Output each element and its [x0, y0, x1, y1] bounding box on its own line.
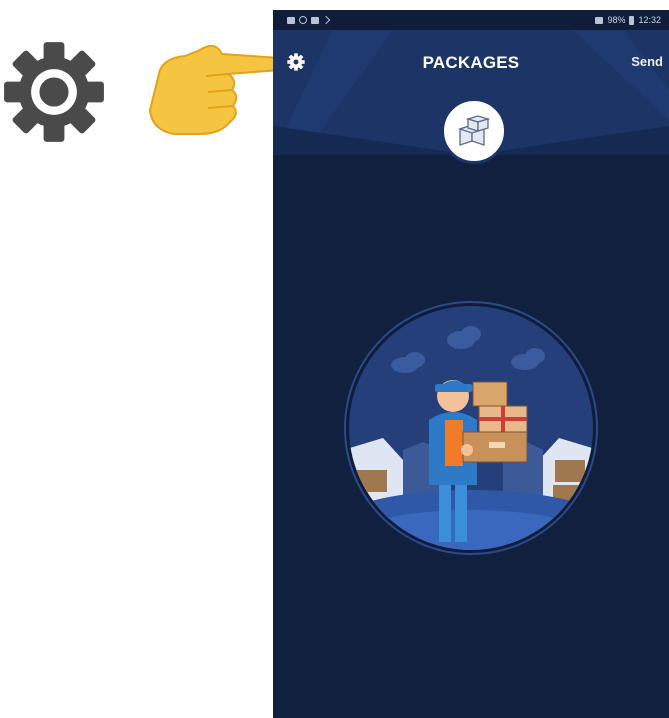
boxes-icon [457, 115, 491, 146]
phone-screen: 98% 12:32 PACKAGES Send [273, 10, 669, 718]
chevron-icon [321, 15, 331, 25]
status-right: 98% 12:32 [595, 15, 661, 25]
clock: 12:32 [638, 15, 661, 25]
status-left [287, 15, 331, 25]
signal-icon [595, 16, 604, 24]
packages-logo [441, 98, 507, 164]
send-button[interactable]: Send [631, 54, 663, 69]
pointing-hand-icon [148, 44, 286, 135]
gear-icon [4, 42, 104, 142]
battery-icon [629, 15, 635, 25]
notification-icon [311, 16, 319, 24]
notification-icon [287, 16, 295, 24]
page-title: PACKAGES [422, 53, 520, 72]
notification-icon [299, 16, 307, 24]
battery-percent: 98% [607, 15, 626, 25]
delivery-illustration [344, 301, 598, 555]
status-bar: 98% 12:32 [273, 10, 669, 30]
